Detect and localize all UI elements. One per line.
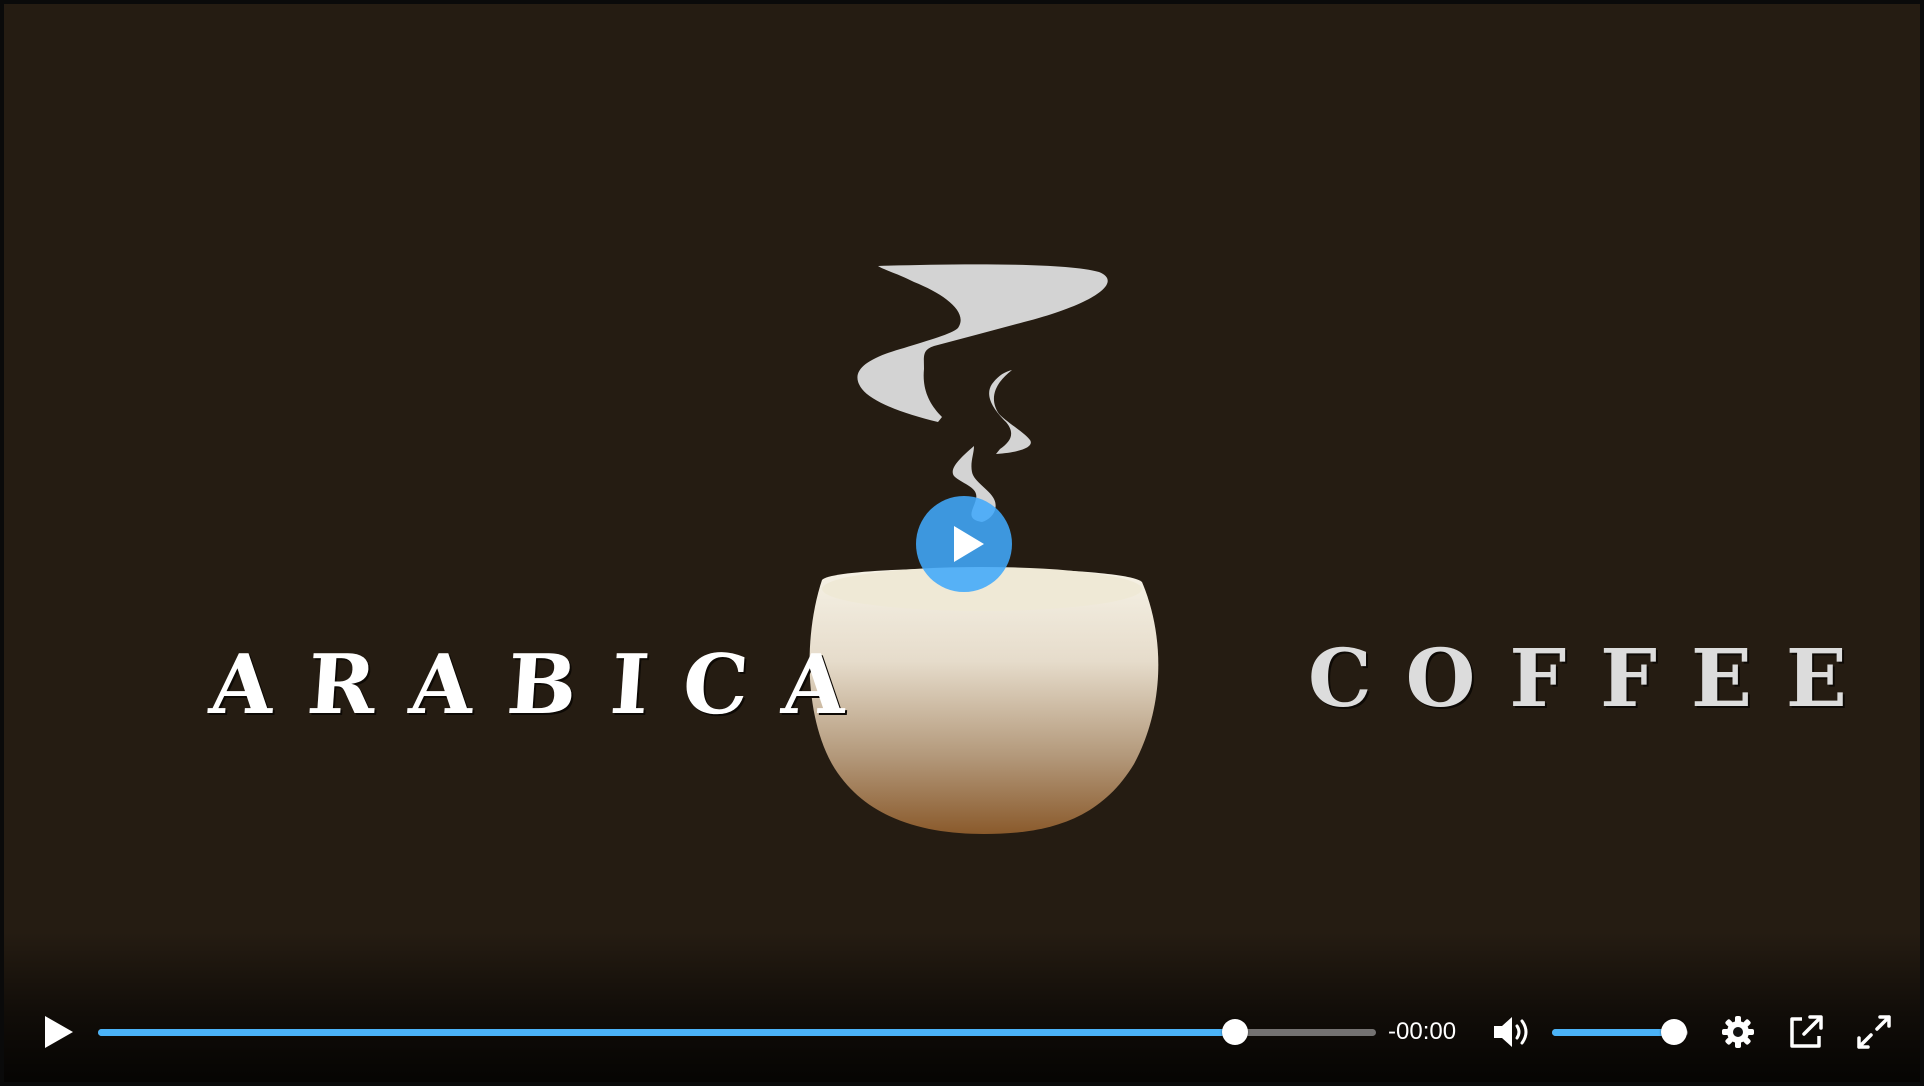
play-icon: [954, 526, 984, 562]
volume-fill: [1552, 1029, 1675, 1036]
time-remaining: -00:00: [1388, 1018, 1457, 1045]
gear-icon: [1722, 1016, 1754, 1048]
progress-bar[interactable]: [98, 1019, 1376, 1045]
video-player[interactable]: ARABICA COFFEE -00:00: [4, 4, 1920, 1082]
external-link-icon: [1790, 1015, 1823, 1048]
progress-thumb[interactable]: [1222, 1019, 1249, 1045]
progress-fill: [98, 1029, 1236, 1036]
play-icon: [45, 1016, 73, 1048]
settings-button[interactable]: [1714, 1008, 1762, 1056]
volume-slider[interactable]: [1552, 1019, 1688, 1045]
fullscreen-button[interactable]: [1850, 1008, 1898, 1056]
control-bar: -00:00: [4, 932, 1920, 1082]
poster-title-right: COFFEE: [1308, 631, 1881, 725]
play-button[interactable]: [32, 1008, 80, 1056]
big-play-button[interactable]: [916, 496, 1012, 592]
poster-title-left: ARABICA: [206, 637, 884, 733]
steam-illustration: [857, 264, 1108, 522]
volume-thumb[interactable]: [1661, 1019, 1688, 1045]
popout-button[interactable]: [1782, 1008, 1830, 1056]
mute-button[interactable]: [1488, 1008, 1536, 1056]
volume-icon: [1494, 1017, 1528, 1047]
expand-icon: [1857, 1015, 1891, 1049]
